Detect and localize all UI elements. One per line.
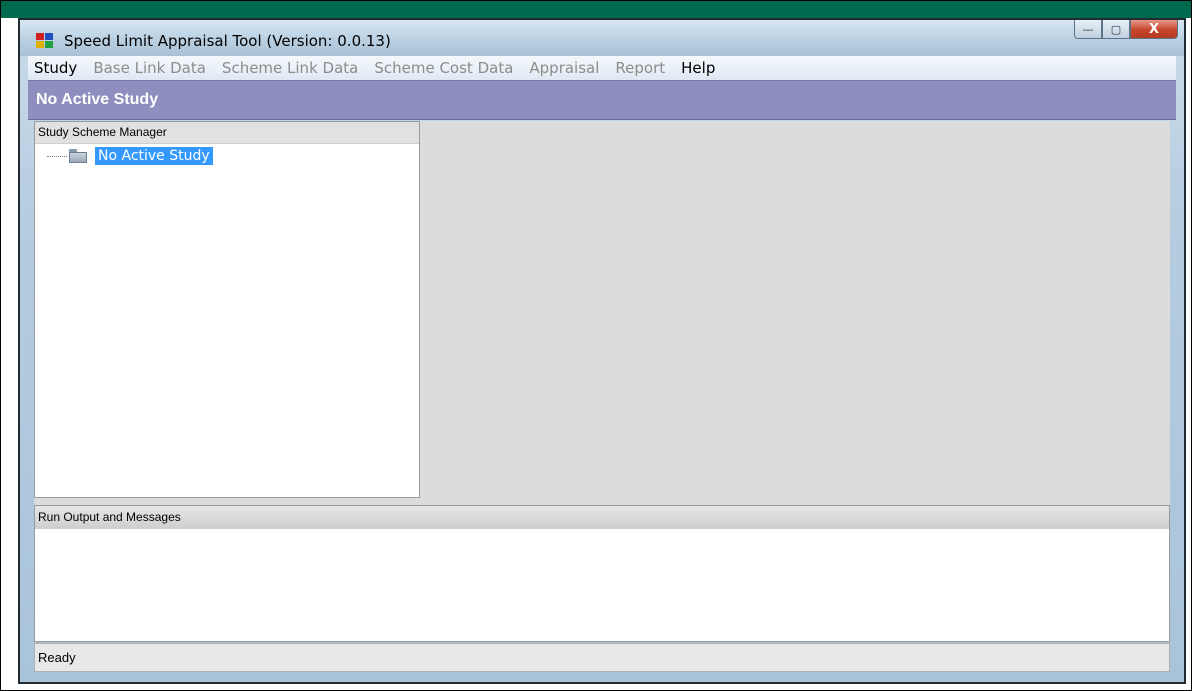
menu-scheme-cost-data[interactable]: Scheme Cost Data bbox=[366, 59, 521, 77]
menu-base-link-data[interactable]: Base Link Data bbox=[85, 59, 214, 77]
app-window: Speed Limit Appraisal Tool (Version: 0.0… bbox=[18, 18, 1186, 684]
folder-icon bbox=[69, 149, 87, 163]
menu-bar: Study Base Link Data Scheme Link Data Sc… bbox=[28, 56, 1176, 80]
window-title: Speed Limit Appraisal Tool (Version: 0.0… bbox=[64, 32, 391, 50]
status-bar: Ready bbox=[34, 643, 1170, 672]
window-controls: — ▢ X bbox=[1074, 20, 1178, 40]
title-bar[interactable]: Speed Limit Appraisal Tool (Version: 0.0… bbox=[20, 20, 1184, 56]
workspace-area bbox=[420, 121, 1170, 505]
close-button[interactable]: X bbox=[1130, 20, 1178, 39]
menu-scheme-link-data[interactable]: Scheme Link Data bbox=[214, 59, 366, 77]
tree-connector bbox=[47, 155, 67, 157]
menu-help[interactable]: Help bbox=[673, 59, 723, 77]
main-content: Study Scheme Manager No Active Study bbox=[34, 121, 1170, 505]
menu-report[interactable]: Report bbox=[607, 59, 673, 77]
minimize-icon: — bbox=[1082, 22, 1094, 36]
run-output-header: Run Output and Messages bbox=[35, 506, 1169, 529]
tree-item[interactable]: No Active Study bbox=[47, 146, 213, 166]
study-header-bar: No Active Study bbox=[28, 80, 1176, 120]
menu-study[interactable]: Study bbox=[28, 59, 85, 77]
minimize-button[interactable]: — bbox=[1074, 20, 1102, 39]
tree-item-label[interactable]: No Active Study bbox=[95, 147, 213, 165]
study-header-title: No Active Study bbox=[36, 91, 159, 108]
study-scheme-manager-panel: Study Scheme Manager No Active Study bbox=[34, 121, 420, 498]
status-text: Ready bbox=[38, 650, 76, 665]
menu-appraisal[interactable]: Appraisal bbox=[521, 59, 607, 77]
maximize-button[interactable]: ▢ bbox=[1102, 20, 1130, 39]
maximize-icon: ▢ bbox=[1110, 22, 1122, 36]
close-icon: X bbox=[1148, 21, 1160, 37]
run-output-panel: Run Output and Messages bbox=[34, 505, 1170, 642]
scheme-manager-header: Study Scheme Manager bbox=[35, 122, 419, 144]
app-icon bbox=[36, 33, 56, 49]
